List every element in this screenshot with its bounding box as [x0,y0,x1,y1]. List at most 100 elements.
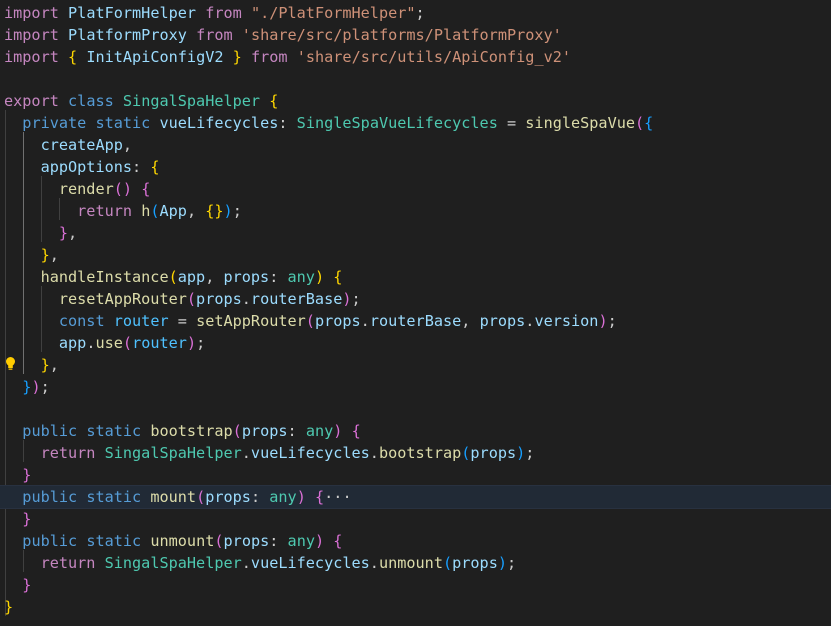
code-line[interactable]: handleInstance(app, props: any) { [0,266,831,288]
code-token: { [333,532,343,550]
code-token: ) [516,444,526,462]
code-line[interactable]: app.use(router); [0,332,831,354]
code-token: ; [351,290,361,308]
code-token: { [150,158,160,176]
code-token: { [141,180,151,198]
code-line[interactable]: import PlatFormHelper from "./PlatFormHe… [0,2,831,24]
code-token: : [250,488,270,506]
code-token: SingalSpaHelper [104,554,242,572]
code-token: static [86,532,142,550]
code-line[interactable]: } [0,596,831,618]
code-line[interactable]: public static mount(props: any) {··· [0,485,831,509]
code-token: ) [342,290,352,308]
code-line[interactable]: private static vueLifecycles: SingleSpaV… [0,112,831,134]
code-token: 'share/src/utils/ApiConfig_v2' [296,48,572,66]
code-token: public [22,422,78,440]
code-token: "./PlatFormHelper" [250,4,416,22]
code-token: { [333,268,343,286]
code-token: PlatFormHelper [68,4,197,22]
code-line[interactable]: } [0,464,831,486]
code-line[interactable]: export class SingalSpaHelper { [0,90,831,112]
code-line[interactable]: }, [0,244,831,266]
code-token: { [315,488,325,506]
code-token: 'share/src/platforms/PlatformProxy' [241,26,562,44]
code-token: router [113,312,169,330]
code-token: : [132,158,151,176]
code-line[interactable]: }); [0,376,831,398]
code-token: = [497,114,526,132]
code-line[interactable]: public static bootstrap(props: any) { [0,420,831,442]
code-token: render [58,180,114,198]
code-token: private [22,114,87,132]
code-token: handleInstance [40,268,169,286]
code-token: any [287,268,315,286]
code-token: export [4,92,59,110]
code-token: ; [196,334,206,352]
code-token: app [177,268,206,286]
code-token: ; [525,444,535,462]
code-line[interactable]: createApp, [0,134,831,156]
code-token: static [86,422,142,440]
code-line[interactable]: const router = setAppRouter(props.router… [0,310,831,332]
code-line[interactable]: resetAppRouter(props.routerBase); [0,288,831,310]
code-line[interactable]: }, [0,222,831,244]
code-token: props [314,312,361,330]
code-token: , [122,136,133,154]
code-token: ··· [324,488,352,506]
code-token: ) [598,312,608,330]
code-editor[interactable]: import PlatFormHelper from "./PlatFormHe… [0,0,831,626]
code-token: , [461,312,480,330]
code-line[interactable]: render() { [0,178,831,200]
code-token: {} [205,202,224,220]
code-token: ; [507,554,517,572]
code-line[interactable]: }, [0,354,831,376]
code-line[interactable]: import PlatformProxy from 'share/src/pla… [0,24,831,46]
code-token: ) [223,202,233,220]
code-line[interactable]: public static unmount(props: any) { [0,530,831,552]
code-token: InitApiConfigV2 [86,48,224,66]
code-token: any [269,488,297,506]
code-line[interactable]: return SingalSpaHelper.vueLifecycles.unm… [0,552,831,574]
code-token: public [22,532,78,550]
code-line[interactable]: } [0,574,831,596]
code-token: vueLifecycles [250,554,370,572]
code-token: ( [150,202,160,220]
code-line[interactable] [0,68,831,90]
code-token: return [77,202,133,220]
code-token: props [470,444,517,462]
code-token: { [269,92,279,110]
code-token: version [534,312,599,330]
code-line[interactable]: return h(App, {}); [0,200,831,222]
code-token: any [305,422,334,440]
code-line[interactable]: appOptions: { [0,156,831,178]
code-line[interactable]: } [0,508,831,530]
code-token: props [223,268,270,286]
code-token: router [132,334,187,352]
code-line[interactable]: return SingalSpaHelper.vueLifecycles.boo… [0,442,831,464]
code-token: ( [196,488,206,506]
code-line[interactable]: import { InitApiConfigV2 } from 'share/s… [0,46,831,68]
code-token: , [205,268,224,286]
code-token: unmount [150,532,215,550]
code-token: props [205,488,251,506]
code-line[interactable] [0,398,831,420]
code-token: { [68,48,78,66]
